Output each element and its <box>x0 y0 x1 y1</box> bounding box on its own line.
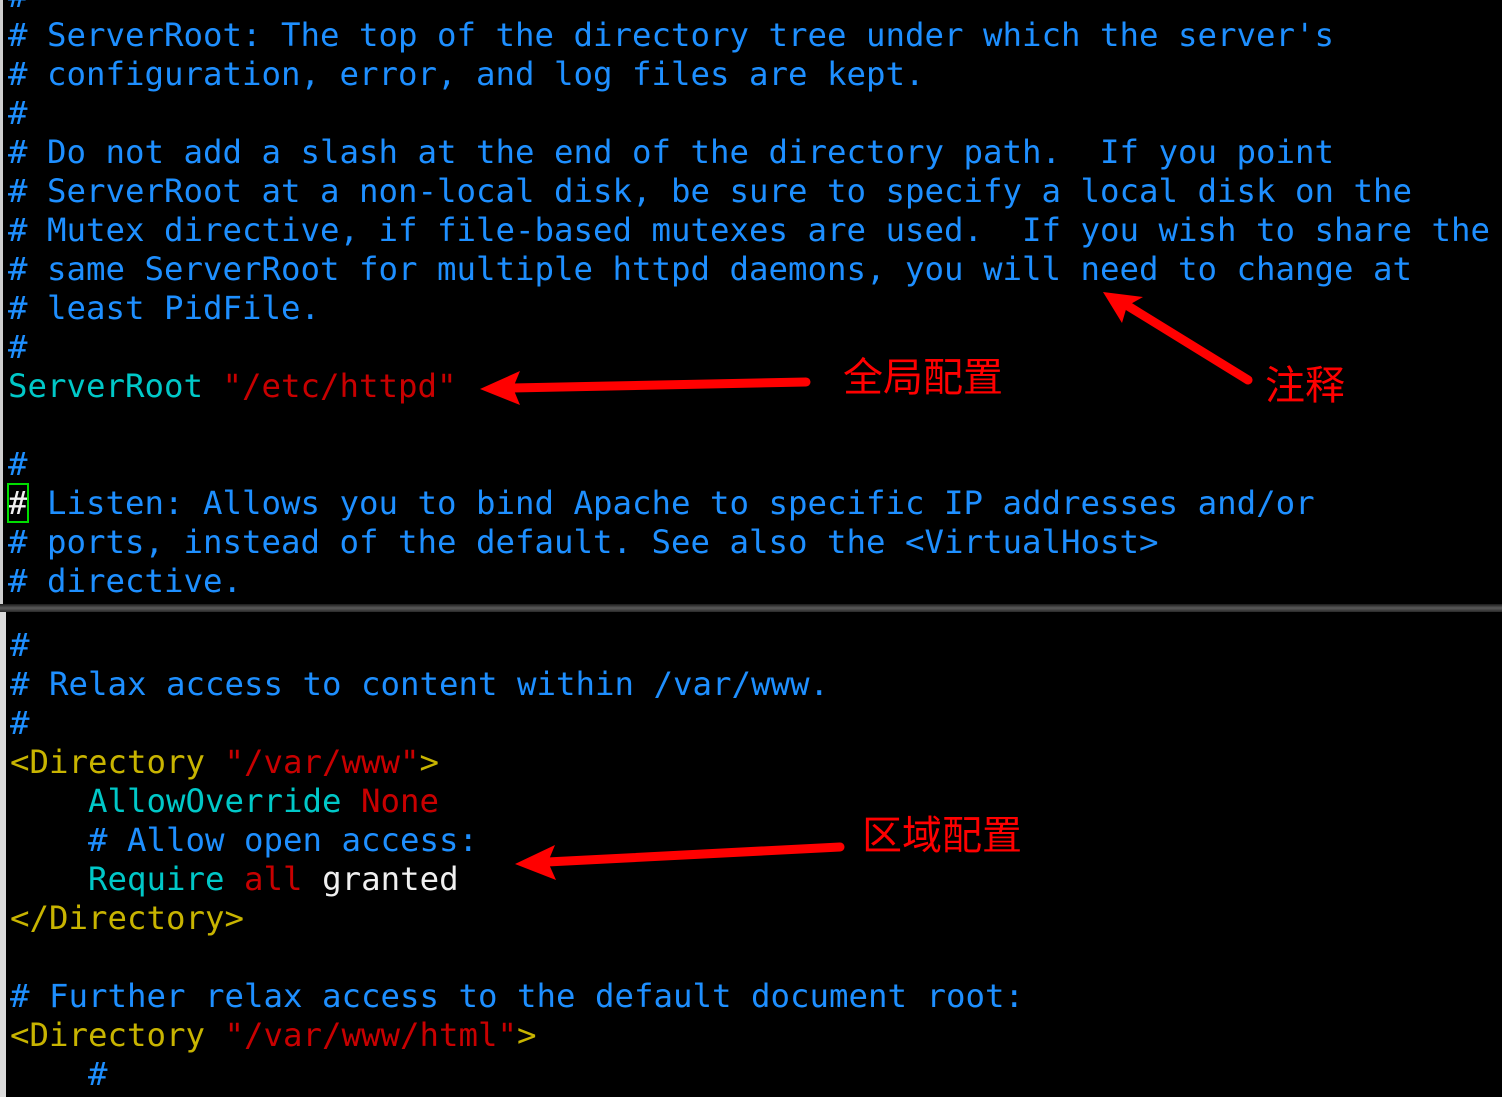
text-cursor: # <box>7 483 29 523</box>
code-token: # Allow open access: <box>10 821 479 859</box>
code-token: # ports, instead of the default. See als… <box>8 523 1159 561</box>
code-token: </Directory> <box>10 899 245 937</box>
annotation-comment: 注释 <box>1265 363 1345 409</box>
editor-pane-top[interactable]: ## ServerRoot: The top of the directory … <box>0 0 1502 606</box>
code-line[interactable]: # <box>10 626 30 665</box>
code-token: Require <box>88 860 225 898</box>
code-token: # <box>10 626 30 664</box>
code-line[interactable]: # <box>10 704 30 743</box>
code-token: # ServerRoot at a non-local disk, be sur… <box>8 172 1413 210</box>
code-token: "/var/www" <box>224 743 420 781</box>
code-line[interactable]: # least PidFile. <box>8 289 320 328</box>
code-line[interactable]: AllowOverride None <box>10 782 439 821</box>
code-token: # <box>8 94 28 132</box>
code-line[interactable]: </Directory> <box>10 899 244 938</box>
code-token: # <box>8 328 28 366</box>
code-token: > <box>419 743 440 781</box>
code-line[interactable]: # same ServerRoot for multiple httpd dae… <box>8 250 1412 289</box>
code-line[interactable]: # <box>8 94 28 133</box>
annotation-global-config: 全局配置 <box>843 355 1003 401</box>
code-token: granted <box>302 860 459 898</box>
code-line[interactable]: # ServerRoot: The top of the directory t… <box>8 16 1334 55</box>
code-token: None <box>361 782 440 820</box>
code-line[interactable]: <Directory "/var/www"> <box>10 743 439 782</box>
code-token: # configuration, error, and log files ar… <box>8 55 925 93</box>
code-line[interactable]: # <box>8 328 28 367</box>
code-line[interactable]: # Do not add a slash at the end of the d… <box>8 133 1334 172</box>
code-token: # ServerRoot: The top of the directory t… <box>8 16 1335 54</box>
code-token: # <box>8 445 28 483</box>
annotation-section-config: 区域配置 <box>862 813 1022 859</box>
code-line[interactable]: # Further relax access to the default do… <box>10 977 1024 1016</box>
code-line[interactable]: # ServerRoot at a non-local disk, be sur… <box>8 172 1412 211</box>
code-line[interactable]: ServerRoot "/etc/httpd" <box>8 367 457 406</box>
code-line[interactable]: # ports, instead of the default. See als… <box>8 523 1159 562</box>
code-line[interactable]: <Directory "/var/www/html"> <box>10 1016 537 1055</box>
editor-pane-bottom[interactable]: # # Relax access to content within /var/w… <box>0 612 1502 1097</box>
code-token: # <box>10 1055 108 1093</box>
code-token: # <box>10 704 30 742</box>
code-line[interactable]: # directive. <box>8 562 242 601</box>
code-token: # Do not add a slash at the end of the d… <box>8 133 1335 171</box>
code-token: <Directory <box>10 743 225 781</box>
code-line[interactable]: # <box>10 1055 108 1094</box>
code-line[interactable]: # <box>8 0 28 16</box>
code-token: ServerRoot <box>8 367 204 405</box>
code-token: # Mutex directive, if file-based mutexes… <box>8 211 1491 249</box>
code-token: # same ServerRoot for multiple httpd dae… <box>8 250 1413 288</box>
code-token: # Relax access to content within /var/ww… <box>10 665 830 703</box>
code-token: # Further relax access to the default do… <box>10 977 1025 1015</box>
code-line[interactable]: # Mutex directive, if file-based mutexes… <box>8 211 1490 250</box>
code-token: # <box>8 0 28 15</box>
code-token: # least PidFile. <box>8 289 321 327</box>
code-line[interactable]: # Allow open access: <box>10 821 478 860</box>
code-token: AllowOverride <box>88 782 342 820</box>
code-token: <Directory <box>10 1016 225 1054</box>
code-line[interactable]: # <box>8 445 28 484</box>
code-token: Listen: Allows you to bind Apache to spe… <box>27 484 1315 522</box>
code-token: > <box>517 1016 537 1054</box>
code-token: all <box>244 860 303 898</box>
code-line[interactable]: # Relax access to content within /var/ww… <box>10 665 829 704</box>
code-line[interactable]: # Listen: Allows you to bind Apache to s… <box>7 483 1315 523</box>
code-line[interactable]: # configuration, error, and log files ar… <box>8 55 925 94</box>
code-token: # directive. <box>8 562 243 600</box>
code-token: "/var/www/html" <box>224 1016 518 1054</box>
code-token: "/etc/httpd" <box>222 367 457 405</box>
code-line[interactable]: Require all granted <box>10 860 459 899</box>
